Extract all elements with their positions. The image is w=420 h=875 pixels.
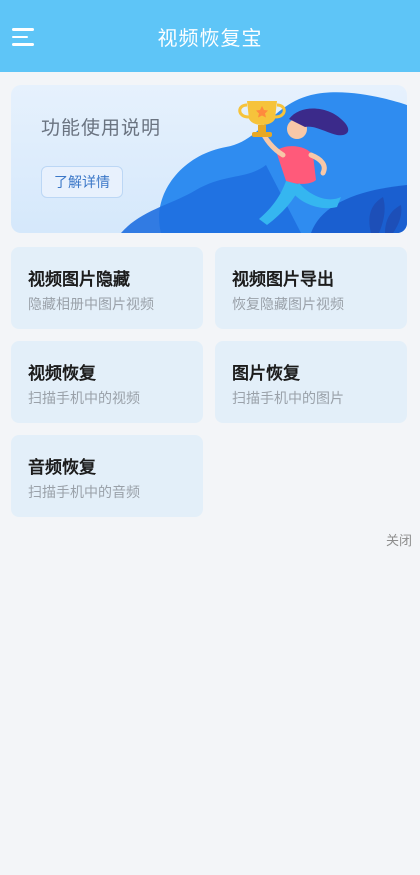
card-subtitle: 扫描手机中的视频 bbox=[28, 391, 140, 407]
card-hide-media[interactable]: 视频图片隐藏 隐藏相册中图片视频 bbox=[11, 247, 203, 329]
close-button[interactable]: 关闭 bbox=[386, 530, 412, 549]
banner-title: 功能使用说明 bbox=[41, 117, 162, 139]
card-video-recovery[interactable]: 视频恢复 扫描手机中的视频 bbox=[11, 341, 203, 423]
card-title: 图片恢复 bbox=[232, 364, 300, 384]
trophy-runner-illustration bbox=[121, 92, 407, 233]
card-image-recovery[interactable]: 图片恢复 扫描手机中的图片 bbox=[215, 341, 407, 423]
card-subtitle: 恢复隐藏图片视频 bbox=[232, 297, 344, 313]
card-title: 视频图片导出 bbox=[232, 270, 334, 290]
card-title: 音频恢复 bbox=[28, 458, 96, 478]
learn-more-button[interactable]: 了解详情 bbox=[41, 166, 123, 198]
card-subtitle: 扫描手机中的图片 bbox=[232, 391, 344, 407]
card-title: 视频恢复 bbox=[28, 364, 96, 384]
menu-icon[interactable] bbox=[12, 28, 34, 46]
card-title: 视频图片隐藏 bbox=[28, 270, 130, 290]
card-audio-recovery[interactable]: 音频恢复 扫描手机中的音频 bbox=[11, 435, 203, 517]
app-header: 视频恢复宝 bbox=[0, 0, 420, 72]
feature-banner[interactable]: 功能使用说明 了解详情 bbox=[11, 85, 407, 233]
card-subtitle: 扫描手机中的音频 bbox=[28, 485, 140, 501]
page-title: 视频恢复宝 bbox=[157, 25, 263, 50]
card-export-media[interactable]: 视频图片导出 恢复隐藏图片视频 bbox=[215, 247, 407, 329]
card-subtitle: 隐藏相册中图片视频 bbox=[28, 297, 154, 313]
